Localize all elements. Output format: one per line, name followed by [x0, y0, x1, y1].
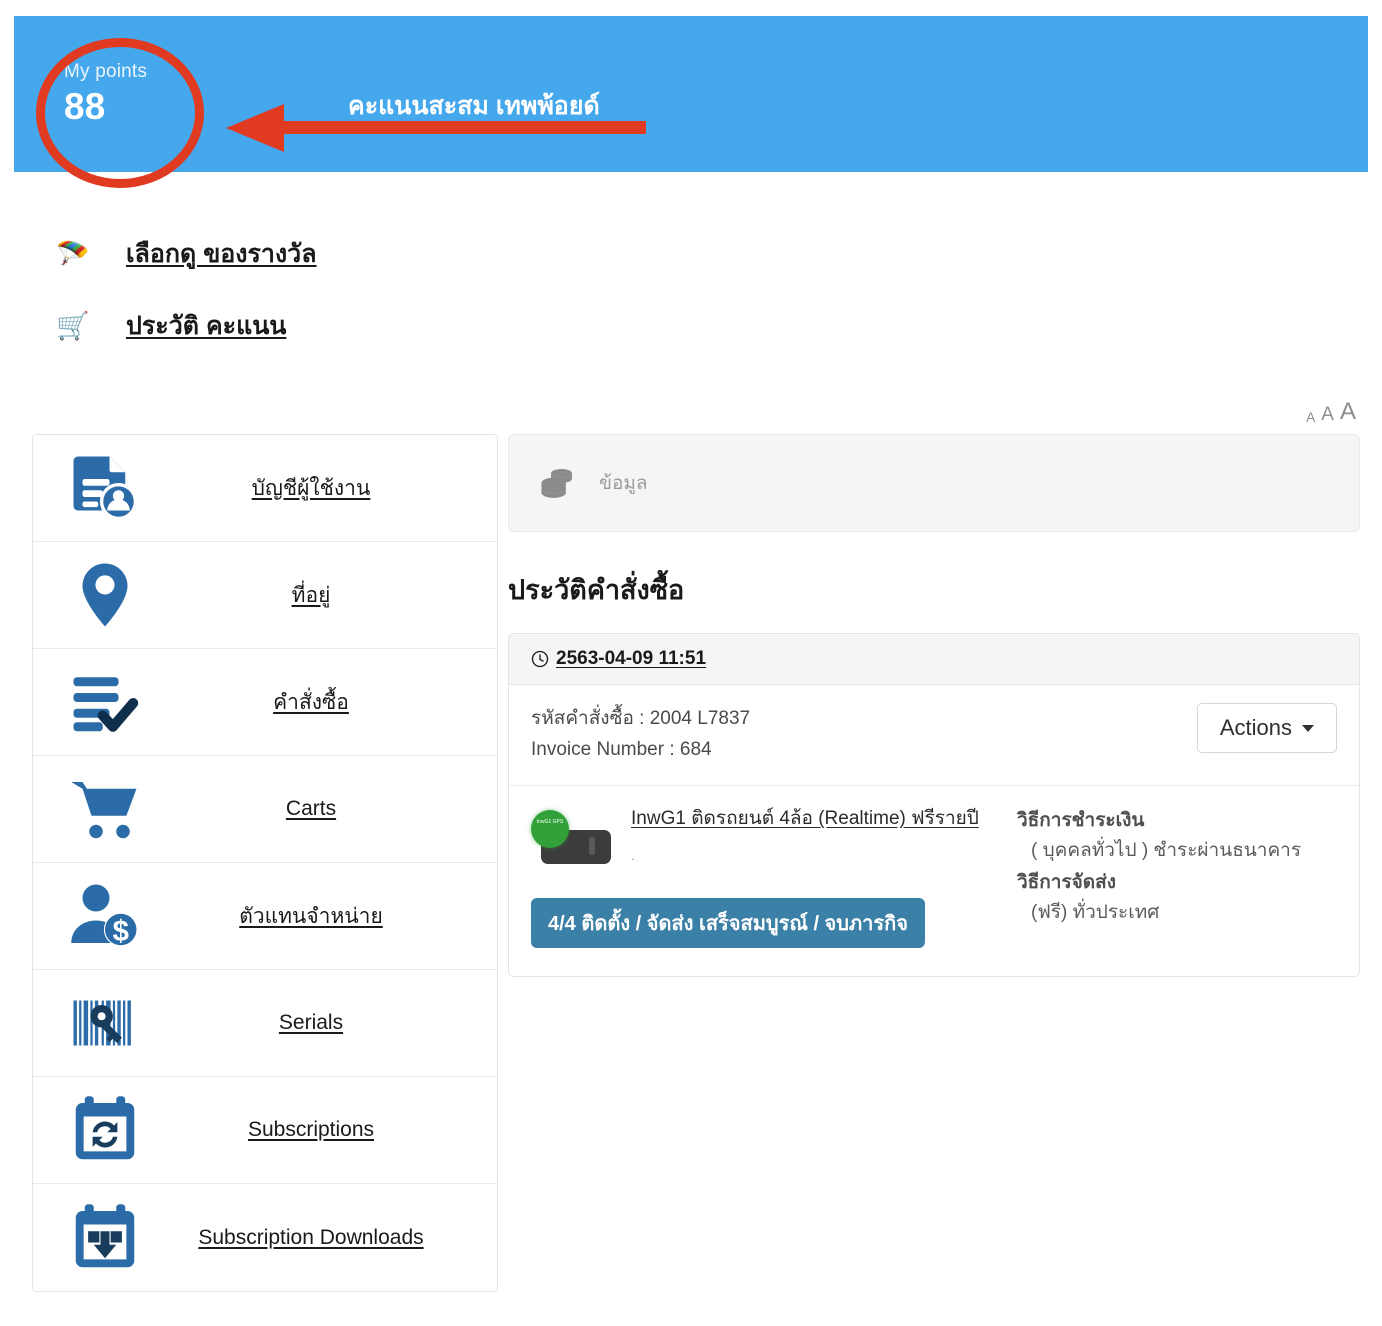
product-row: InwG1 GPS InwG1 ติดรถยนต์ 4ล้อ (Realtime… [531, 806, 1001, 872]
actions-button[interactable]: Actions [1197, 703, 1337, 753]
product-subtext: . [631, 848, 979, 863]
sidebar-item-label: ตัวแทนจำหน่าย [159, 900, 479, 933]
invoice-number: Invoice Number : 684 [531, 734, 750, 765]
page-root: My points 88 คะแนนสะสม เทพพ้อยด์ 🪂 เลือก… [0, 0, 1382, 1326]
order-details-column: วิธีการชำระเงิน ( บุคคลทั่วไป ) ชำระผ่าน… [1001, 806, 1337, 948]
product-badge-icon: InwG1 GPS [531, 810, 569, 848]
product-info: InwG1 ติดรถยนต์ 4ล้อ (Realtime) ฟรีรายปี… [631, 806, 979, 863]
product-thumbnail[interactable]: InwG1 GPS [531, 810, 615, 872]
svg-text:$: $ [113, 916, 129, 948]
annotation-arrow-head [226, 104, 284, 152]
sidebar-item-label: Carts [159, 797, 479, 821]
sidebar-item-subscriptions[interactable]: Subscriptions [33, 1077, 497, 1184]
product-name-link[interactable]: InwG1 ติดรถยนต์ 4ล้อ (Realtime) ฟรีรายปี [631, 808, 979, 829]
font-size-large-button[interactable]: A [1340, 400, 1356, 424]
points-block: My points 88 [64, 60, 147, 128]
chevron-down-icon [1302, 725, 1314, 732]
calendar-refresh-icon [51, 1094, 159, 1166]
order-card: 2563-04-09 11:51 รหัสคำสั่งซื้อ : 2004 L… [508, 633, 1360, 977]
quick-link-rewards[interactable]: 🪂 เลือกดู ของรางวัล [56, 228, 317, 280]
order-card-header: 2563-04-09 11:51 [509, 634, 1359, 685]
shipping-method-value: (ฟรี) ทั่วประเทศ [1017, 898, 1337, 928]
font-size-controls: A A A [1306, 400, 1356, 424]
order-meta: รหัสคำสั่งซื้อ : 2004 L7837 Invoice Numb… [509, 685, 1359, 786]
shopping-cart-icon: 🛒 [56, 313, 126, 340]
quick-link-points-history[interactable]: 🛒 ประวัติ คะแนน [56, 300, 317, 352]
quick-link-label: ประวัติ คะแนน [126, 306, 286, 346]
points-banner: My points 88 คะแนนสะสม เทพพ้อยด์ [14, 16, 1368, 172]
sidebar-item-carts[interactable]: Carts [33, 756, 497, 863]
clock-icon [531, 650, 549, 668]
sidebar-item-subscription-downloads[interactable]: Subscription Downloads [33, 1184, 497, 1291]
product-badge-text: InwG1 GPS [531, 819, 569, 826]
sidebar-item-label: ที่อยู่ [159, 579, 479, 612]
annotation-text: คะแนนสะสม เทพพ้อยด์ [348, 86, 600, 126]
map-pin-icon [51, 559, 159, 631]
order-date[interactable]: 2563-04-09 11:51 [556, 648, 706, 670]
points-label: My points [64, 60, 147, 84]
shipping-method-block: วิธีการจัดส่ง (ฟรี) ทั่วประเทศ [1017, 868, 1337, 928]
coins-icon [537, 462, 579, 504]
quick-link-label: เลือกดู ของรางวัล [126, 234, 317, 274]
payment-method-title: วิธีการชำระเงิน [1017, 806, 1337, 836]
status-badge: 4/4 ติดตั้ง / จัดส่ง เสร็จสมบูรณ์ / จบภา… [531, 898, 925, 948]
order-body: InwG1 GPS InwG1 ติดรถยนต์ 4ล้อ (Realtime… [509, 786, 1359, 976]
sidebar-item-label: คำสั่งซื้อ [159, 686, 479, 719]
sidebar-item-account[interactable]: บัญชีผู้ใช้งาน [33, 435, 497, 542]
sidebar-item-address[interactable]: ที่อยู่ [33, 542, 497, 649]
calendar-download-icon [51, 1202, 159, 1274]
account-sidebar: บัญชีผู้ใช้งาน ที่อยู่ คำ [32, 434, 498, 1292]
points-value: 88 [64, 86, 147, 128]
page-title: ประวัติคำสั่งซื้อ [508, 568, 1360, 611]
sidebar-item-serials[interactable]: Serials [33, 970, 497, 1077]
sidebar-item-label: Subscription Downloads [159, 1226, 479, 1250]
order-meta-lines: รหัสคำสั่งซื้อ : 2004 L7837 Invoice Numb… [531, 703, 750, 765]
sidebar-item-orders[interactable]: คำสั่งซื้อ [33, 649, 497, 756]
payment-method-block: วิธีการชำระเงิน ( บุคคลทั่วไป ) ชำระผ่าน… [1017, 806, 1337, 866]
parachute-icon: 🪂 [56, 241, 126, 268]
sidebar-item-label: Serials [159, 1011, 479, 1035]
font-size-medium-button[interactable]: A [1321, 405, 1334, 424]
shipping-method-title: วิธีการจัดส่ง [1017, 868, 1337, 898]
quick-links: 🪂 เลือกดู ของรางวัล 🛒 ประวัติ คะแนน [56, 228, 317, 352]
sidebar-item-label: Subscriptions [159, 1118, 479, 1142]
main-content: ข้อมูล ประวัติคำสั่งซื้อ 2563-04-09 11:5… [508, 434, 1360, 977]
order-product-column: InwG1 GPS InwG1 ติดรถยนต์ 4ล้อ (Realtime… [531, 806, 1001, 948]
payment-method-value: ( บุคคลทั่วไป ) ชำระผ่านธนาคาร [1017, 836, 1337, 866]
order-code: รหัสคำสั่งซื้อ : 2004 L7837 [531, 703, 750, 734]
info-panel-text: ข้อมูล [599, 468, 648, 498]
sidebar-item-label: บัญชีผู้ใช้งาน [159, 472, 479, 505]
sidebar-item-dealer[interactable]: $ ตัวแทนจำหน่าย [33, 863, 497, 970]
account-document-icon [51, 452, 159, 524]
order-list-check-icon [51, 666, 159, 738]
barcode-key-icon [51, 987, 159, 1059]
dealer-person-dollar-icon: $ [51, 880, 159, 952]
actions-button-label: Actions [1220, 715, 1292, 741]
font-size-small-button[interactable]: A [1306, 410, 1315, 424]
info-panel: ข้อมูล [508, 434, 1360, 532]
shopping-cart-icon [51, 773, 159, 845]
